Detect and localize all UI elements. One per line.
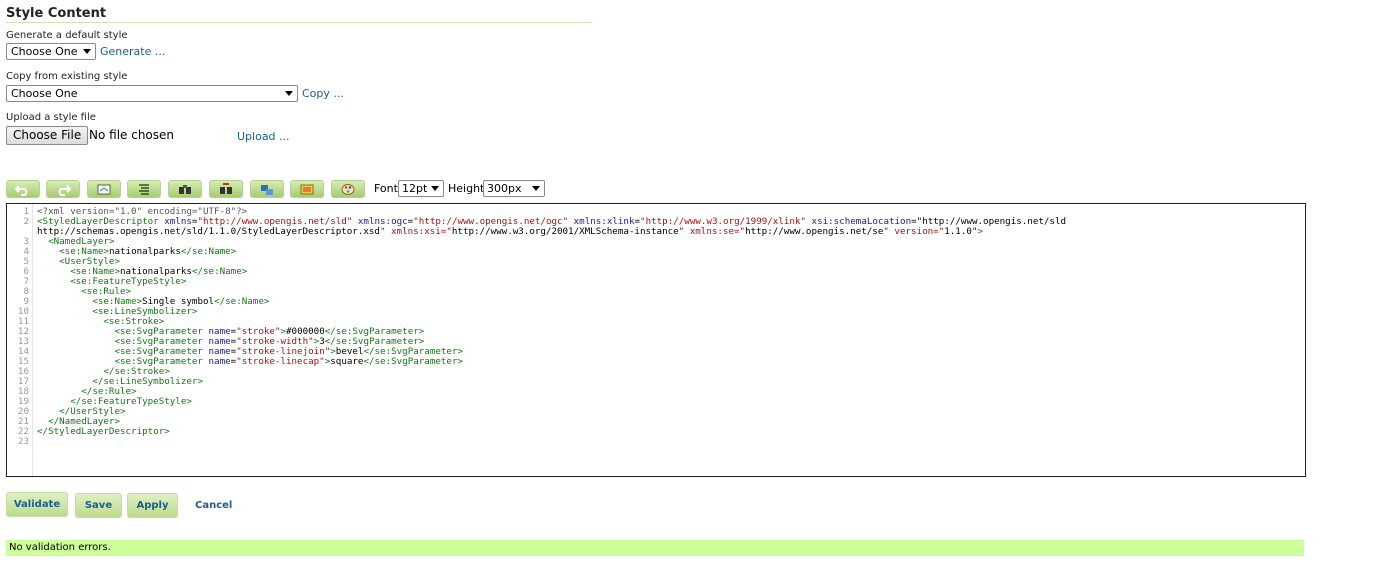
find-icon (179, 184, 191, 194)
save-button[interactable]: Save (75, 493, 122, 518)
legend-image-icon (300, 184, 314, 194)
color-palette-icon (341, 183, 355, 195)
chevron-down-icon (83, 49, 91, 54)
goto-line-icon (97, 184, 111, 194)
code-content[interactable]: 1 <?xml version="1.0" encoding="UTF-8"?> 2… (7, 207, 1305, 447)
copy-style-select[interactable]: Choose One (6, 85, 298, 102)
sld-code-editor[interactable]: 1 <?xml version="1.0" encoding="UTF-8"?> 2… (6, 203, 1306, 477)
replace-icon (220, 182, 232, 194)
chevron-down-icon (431, 186, 439, 191)
code-line: http://schemas.opengis.net/sld/1.1.0/Sty… (7, 227, 1305, 237)
reformat-button[interactable] (127, 180, 161, 198)
font-size-select[interactable]: 12pt (398, 180, 444, 197)
reformat-icon (139, 183, 149, 195)
chevron-down-icon (532, 186, 540, 191)
code-line: 23 (7, 437, 1305, 447)
redo-button[interactable] (46, 180, 80, 198)
code-line: 9 <se:Name>Single symbol</se:Name> (7, 297, 1305, 307)
font-size-value: 12pt (402, 182, 428, 195)
line-number: 23 (17, 436, 29, 447)
code-line: 20 </UserStyle> (7, 407, 1305, 417)
code-line: 17 </se:LineSymbolizer> (7, 377, 1305, 387)
generate-select-value: Choose One (11, 45, 78, 58)
code-line: 22 </StyledLayerDescriptor> (7, 427, 1305, 437)
insert-graphic-icon (261, 184, 273, 195)
upload-label: Upload a style file (6, 112, 96, 123)
code-line: 21 </NamedLayer> (7, 417, 1305, 427)
redo-icon (58, 184, 71, 196)
code-line: 19 </se:FeatureTypeStyle> (7, 397, 1305, 407)
cancel-link[interactable]: Cancel (195, 500, 232, 511)
code-line: 10 <se:LineSymbolizer> (7, 307, 1305, 317)
copy-label: Copy from existing style (6, 71, 128, 82)
insert-graphic-button[interactable] (250, 180, 284, 198)
validation-status: No validation errors. (6, 540, 1304, 556)
replace-button[interactable] (209, 180, 243, 198)
generate-link[interactable]: Generate ... (100, 45, 165, 58)
title-divider (6, 22, 591, 23)
generate-label: Generate a default style (6, 30, 128, 41)
code-text: http://schemas.opengis.net/sld/1.1.0/Sty… (37, 226, 983, 237)
editor-height-select[interactable]: 300px (483, 180, 545, 197)
goto-line-button[interactable] (87, 180, 121, 198)
code-line: 18 </se:Rule> (7, 387, 1305, 397)
color-palette-button[interactable] (331, 180, 365, 198)
undo-icon (15, 184, 28, 196)
choose-file-button[interactable]: Choose File (6, 126, 89, 145)
font-label: Font (374, 182, 398, 195)
code-line: 6 <se:Name>nationalparks</se:Name> (7, 267, 1305, 277)
editor-height-value: 300px (487, 182, 522, 195)
copy-link[interactable]: Copy ... (302, 87, 344, 100)
undo-button[interactable] (6, 180, 40, 198)
find-button[interactable] (168, 180, 202, 198)
section-title: Style Content (6, 6, 107, 21)
apply-button[interactable]: Apply (127, 493, 178, 518)
generate-style-select[interactable]: Choose One (6, 43, 96, 60)
legend-image-button[interactable] (290, 180, 324, 198)
code-line: 15 <se:SvgParameter name="stroke-linecap… (7, 357, 1305, 367)
copy-select-value: Choose One (11, 87, 78, 100)
code-line: 7 <se:FeatureTypeStyle> (7, 277, 1305, 287)
code-line: 4 <se:Name>nationalparks</se:Name> (7, 247, 1305, 257)
file-status: No file chosen (89, 128, 175, 142)
chevron-down-icon (285, 91, 293, 96)
height-label: Height (448, 182, 485, 195)
validate-button[interactable]: Validate (6, 492, 68, 517)
upload-link[interactable]: Upload ... (237, 130, 290, 143)
line-number: 2 (23, 216, 29, 227)
code-text: </StyledLayerDescriptor> (37, 426, 170, 437)
